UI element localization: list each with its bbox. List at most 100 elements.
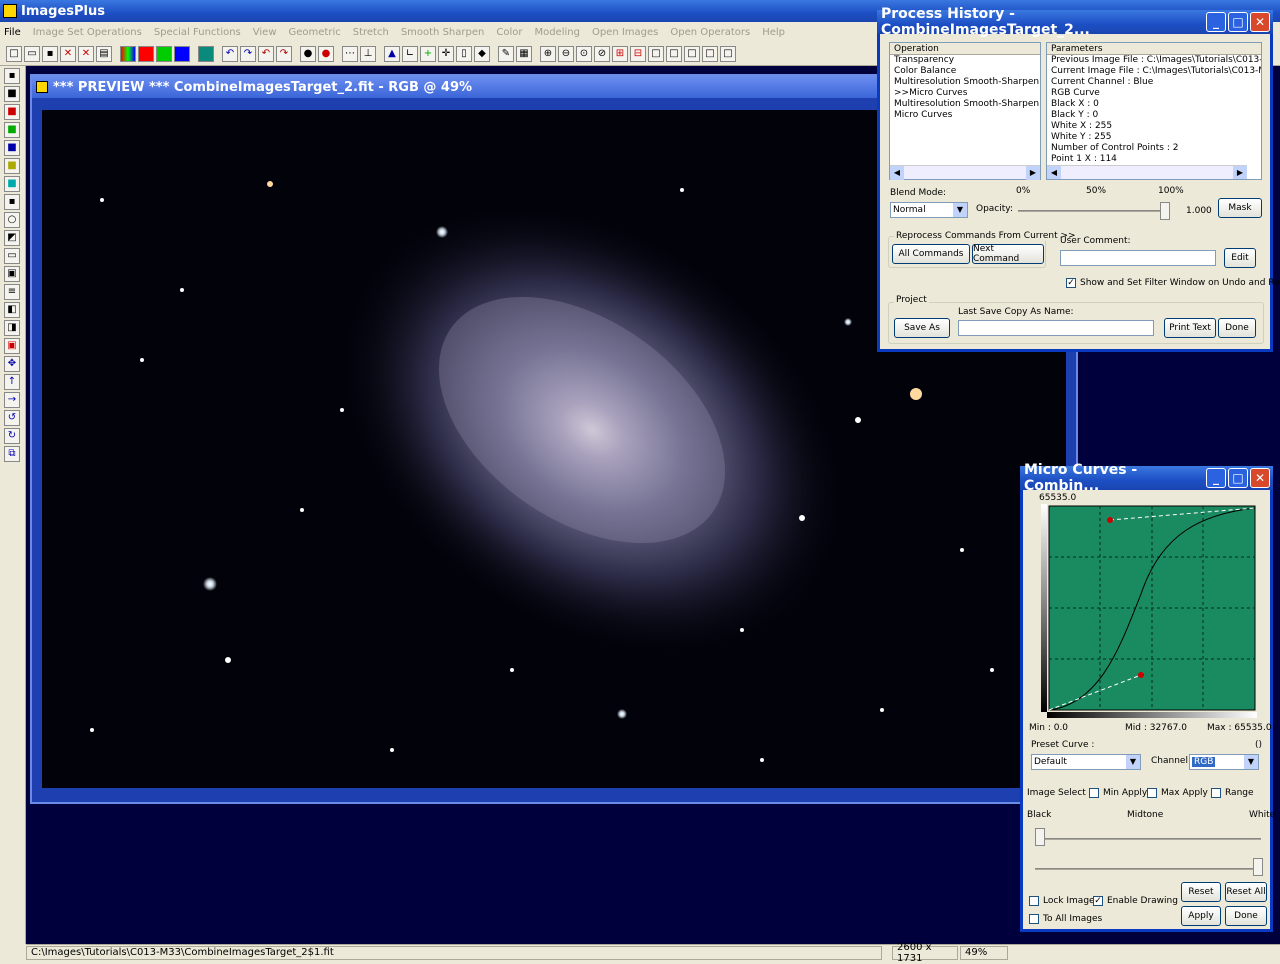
mosaic-icon[interactable]: ▦ bbox=[516, 45, 532, 62]
zoom-minus-icon[interactable]: ⊟ bbox=[630, 45, 646, 62]
black-point-icon[interactable]: ■ bbox=[4, 86, 20, 102]
last-save-input[interactable] bbox=[958, 320, 1154, 336]
arrow-up-icon[interactable]: ↑ bbox=[4, 374, 20, 390]
reset-button[interactable]: Reset bbox=[1181, 882, 1221, 902]
cyan-black-icon[interactable]: ■ bbox=[4, 176, 20, 192]
scroll-right-icon[interactable]: ▶ bbox=[1026, 165, 1040, 180]
red-channel-icon[interactable] bbox=[138, 45, 154, 62]
white-slider[interactable] bbox=[1035, 868, 1261, 870]
save-as-button[interactable]: Save As bbox=[894, 318, 950, 338]
menu-special-functions[interactable]: Special Functions bbox=[154, 27, 241, 38]
menu-view[interactable]: View bbox=[253, 27, 277, 38]
gradient-tool-icon[interactable]: ◩ bbox=[4, 230, 20, 246]
menu-stretch[interactable]: Stretch bbox=[353, 27, 389, 38]
mask-button[interactable]: Mask bbox=[1218, 198, 1262, 218]
close-all-icon[interactable]: ✕ bbox=[78, 45, 94, 62]
preset-curve-select[interactable]: Default ▼ bbox=[1031, 754, 1141, 770]
to-all-images-checkbox[interactable] bbox=[1029, 914, 1039, 924]
layer-tool-icon[interactable]: ▭ bbox=[4, 248, 20, 264]
black-slider[interactable] bbox=[1035, 838, 1261, 840]
frame-tool-icon[interactable]: ▣ bbox=[4, 266, 20, 282]
line-profile-icon[interactable]: ⋯ bbox=[342, 45, 358, 62]
open-folder-icon[interactable]: ▭ bbox=[24, 45, 40, 62]
curves-done-button[interactable]: Done bbox=[1225, 906, 1267, 926]
add-point-icon[interactable]: + bbox=[420, 45, 436, 62]
close-icon[interactable]: ✕ bbox=[1250, 12, 1270, 32]
parameters-scrollbar[interactable]: ◀ ▶ bbox=[1047, 165, 1247, 179]
menu-image-set-operations[interactable]: Image Set Operations bbox=[33, 27, 142, 38]
rotate-left-icon[interactable]: ↺ bbox=[4, 410, 20, 426]
invert-tool-icon[interactable]: ◨ bbox=[4, 320, 20, 336]
star-mask-icon[interactable]: ● bbox=[318, 45, 334, 62]
frame-2-icon[interactable]: □ bbox=[666, 45, 682, 62]
operation-list[interactable]: Operation Transparency Color Balance Mul… bbox=[889, 42, 1041, 180]
frame-4-icon[interactable]: □ bbox=[702, 45, 718, 62]
move-icon[interactable]: ✥ bbox=[4, 356, 20, 372]
zoom-out-icon[interactable]: ⊖ bbox=[558, 45, 574, 62]
apply-button[interactable]: Apply bbox=[1181, 906, 1221, 926]
zoom-fit-icon[interactable]: ⊙ bbox=[576, 45, 592, 62]
minimize-icon[interactable]: _ bbox=[1206, 12, 1226, 32]
scroll-left-icon[interactable]: ◀ bbox=[1047, 165, 1061, 179]
scroll-left-icon[interactable]: ◀ bbox=[890, 165, 904, 180]
contrast-tool-icon[interactable]: ◧ bbox=[4, 302, 20, 318]
chevron-down-icon[interactable]: ▼ bbox=[1244, 755, 1258, 769]
blue-black-icon[interactable]: ■ bbox=[4, 140, 20, 156]
rgb-channels-icon[interactable] bbox=[120, 45, 136, 62]
maximize-icon[interactable]: □ bbox=[1228, 12, 1248, 32]
control-point[interactable] bbox=[1107, 517, 1113, 523]
blend-mode-select[interactable]: Normal ▼ bbox=[890, 202, 968, 218]
print-text-button[interactable]: Print Text bbox=[1164, 318, 1216, 338]
show-filter-checkbox[interactable]: ✓ bbox=[1066, 278, 1076, 288]
grid-icon[interactable] bbox=[198, 45, 214, 62]
frame-5-icon[interactable]: □ bbox=[720, 45, 736, 62]
menu-geometric[interactable]: Geometric bbox=[289, 27, 341, 38]
zoom-actual-icon[interactable]: ⊘ bbox=[594, 45, 610, 62]
reset-all-button[interactable]: Reset All bbox=[1225, 882, 1267, 902]
menu-help[interactable]: Help bbox=[762, 27, 785, 38]
zoom-in-icon[interactable]: ⊕ bbox=[540, 45, 556, 62]
range-checkbox[interactable] bbox=[1211, 788, 1221, 798]
pencil-icon[interactable]: ✎ bbox=[498, 45, 514, 62]
save-tool-icon[interactable]: ▪ bbox=[4, 68, 20, 84]
operation-item[interactable]: Color Balance bbox=[890, 66, 1040, 77]
chevron-down-icon[interactable]: ▼ bbox=[1126, 755, 1140, 769]
all-commands-button[interactable]: All Commands bbox=[892, 244, 970, 264]
mirror-icon[interactable]: ⧉ bbox=[4, 446, 20, 462]
black-slider-thumb[interactable] bbox=[1035, 828, 1045, 846]
redo-icon[interactable]: ↷ bbox=[240, 45, 256, 62]
operation-item[interactable]: Micro Curves bbox=[890, 110, 1040, 121]
next-command-button[interactable]: Next Command bbox=[972, 244, 1044, 264]
histogram-icon[interactable]: ⊥ bbox=[360, 45, 376, 62]
green-channel-icon[interactable] bbox=[156, 45, 172, 62]
operation-item[interactable]: Multiresolution Smooth-Sharpen bbox=[890, 99, 1040, 110]
edit-button[interactable]: Edit bbox=[1224, 248, 1256, 268]
minimize-icon[interactable]: _ bbox=[1206, 468, 1226, 488]
white-slider-thumb[interactable] bbox=[1253, 858, 1263, 876]
operation-scrollbar[interactable]: ◀ ▶ bbox=[890, 165, 1040, 180]
close-icon[interactable]: ✕ bbox=[1250, 468, 1270, 488]
maximize-icon[interactable]: □ bbox=[1228, 468, 1248, 488]
menu-modeling[interactable]: Modeling bbox=[534, 27, 580, 38]
opacity-slider-thumb[interactable] bbox=[1160, 202, 1170, 220]
zoom-plus-icon[interactable]: ⊞ bbox=[612, 45, 628, 62]
frame-1-icon[interactable]: □ bbox=[648, 45, 664, 62]
yellow-black-icon[interactable]: ■ bbox=[4, 158, 20, 174]
blue-channel-icon[interactable] bbox=[174, 45, 190, 62]
red-black-icon[interactable]: ■ bbox=[4, 104, 20, 120]
operation-item[interactable]: Transparency bbox=[890, 55, 1040, 66]
menu-open-operators[interactable]: Open Operators bbox=[670, 27, 750, 38]
axis-icon[interactable]: ∟ bbox=[402, 45, 418, 62]
levels-tool-icon[interactable]: ≡ bbox=[4, 284, 20, 300]
triangle-icon[interactable]: ▲ bbox=[384, 45, 400, 62]
redo-all-icon[interactable]: ↷ bbox=[276, 45, 292, 62]
opacity-slider[interactable] bbox=[1018, 210, 1168, 212]
close-image-icon[interactable]: ✕ bbox=[60, 45, 76, 62]
gray-black-icon[interactable]: ▪ bbox=[4, 194, 20, 210]
lock-image-checkbox[interactable] bbox=[1029, 896, 1039, 906]
circle-tool-icon[interactable]: ○ bbox=[4, 212, 20, 228]
curve-editor[interactable] bbox=[1041, 504, 1259, 720]
green-black-icon[interactable]: ■ bbox=[4, 122, 20, 138]
user-comment-input[interactable] bbox=[1060, 250, 1216, 266]
print-icon[interactable]: ▤ bbox=[96, 45, 112, 62]
